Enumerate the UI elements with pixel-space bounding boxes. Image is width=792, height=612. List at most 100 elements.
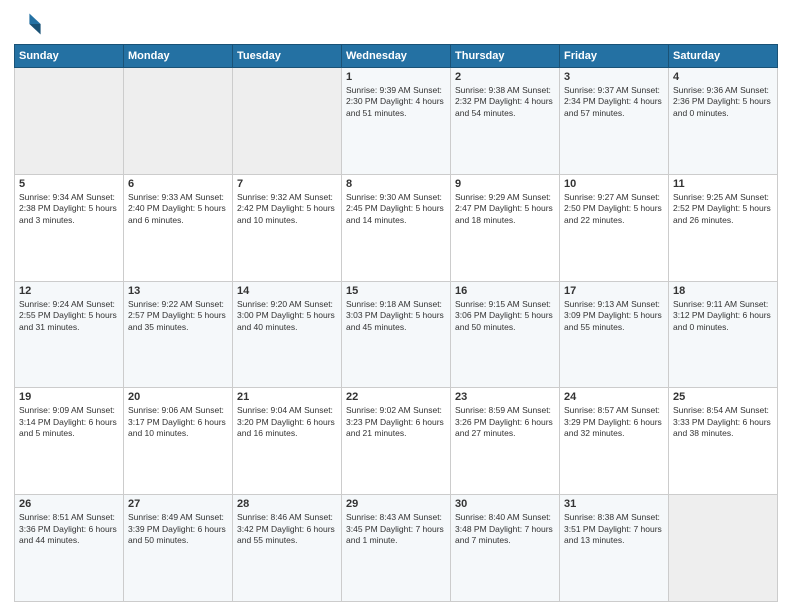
day-number: 6 (128, 178, 228, 190)
day-header-sunday: Sunday (15, 45, 124, 68)
day-info: Sunrise: 9:32 AM Sunset: 2:42 PM Dayligh… (237, 192, 337, 226)
logo-icon (14, 10, 42, 38)
day-info: Sunrise: 9:25 AM Sunset: 2:52 PM Dayligh… (673, 192, 773, 226)
calendar-cell: 10Sunrise: 9:27 AM Sunset: 2:50 PM Dayli… (560, 174, 669, 281)
day-info: Sunrise: 8:43 AM Sunset: 3:45 PM Dayligh… (346, 512, 446, 546)
calendar-cell: 9 Sunrise: 9:29 AM Sunset: 2:47 PM Daylig… (451, 174, 560, 281)
day-info: Sunrise: 9:20 AM Sunset: 3:00 PM Dayligh… (237, 299, 337, 333)
calendar-cell: 2 Sunrise: 9:38 AM Sunset: 2:32 PM Daylig… (451, 68, 560, 175)
day-info: Sunrise: 8:51 AM Sunset: 3:36 PM Dayligh… (19, 512, 119, 546)
day-number: 11 (673, 178, 773, 190)
day-number: 23 (455, 391, 555, 403)
day-number: 8 (346, 178, 446, 190)
day-info: Sunrise: 8:59 AM Sunset: 3:26 PM Dayligh… (455, 405, 555, 439)
day-number: 26 (19, 498, 119, 510)
day-number: 2 (455, 71, 555, 83)
day-info: Sunrise: 9:18 AM Sunset: 3:03 PM Dayligh… (346, 299, 446, 333)
day-number: 1 (346, 71, 446, 83)
day-info: Sunrise: 9:02 AM Sunset: 3:23 PM Dayligh… (346, 405, 446, 439)
calendar-cell: 20 Sunrise: 9:06 AM Sunset: 3:17 PM Dayli… (124, 388, 233, 495)
day-info: Sunrise: 9:30 AM Sunset: 2:45 PM Dayligh… (346, 192, 446, 226)
calendar-cell: 8 Sunrise: 9:30 AM Sunset: 2:45 PM Daylig… (342, 174, 451, 281)
calendar-cell: 17 Sunrise: 9:13 AM Sunset: 3:09 PM Dayli… (560, 281, 669, 388)
day-number: 18 (673, 285, 773, 297)
calendar-cell: 22 Sunrise: 9:02 AM Sunset: 3:23 PM Dayli… (342, 388, 451, 495)
day-number: 15 (346, 285, 446, 297)
day-info: Sunrise: 9:38 AM Sunset: 2:32 PM Dayligh… (455, 85, 555, 119)
day-number: 3 (564, 71, 664, 83)
calendar-cell: 19 Sunrise: 9:09 AM Sunset: 3:14 PM Dayli… (15, 388, 124, 495)
day-info: Sunrise: 9:22 AM Sunset: 2:57 PM Dayligh… (128, 299, 228, 333)
day-number: 21 (237, 391, 337, 403)
week-row-1: 1Sunrise: 9:39 AM Sunset: 2:30 PM Daylig… (15, 68, 778, 175)
calendar-cell: 25 Sunrise: 8:54 AM Sunset: 3:33 PM Dayli… (669, 388, 778, 495)
day-number: 19 (19, 391, 119, 403)
day-number: 7 (237, 178, 337, 190)
calendar-cell: 21 Sunrise: 9:04 AM Sunset: 3:20 PM Dayli… (233, 388, 342, 495)
calendar-cell: 15 Sunrise: 9:18 AM Sunset: 3:03 PM Dayli… (342, 281, 451, 388)
week-row-4: 19 Sunrise: 9:09 AM Sunset: 3:14 PM Dayli… (15, 388, 778, 495)
day-number: 28 (237, 498, 337, 510)
day-number: 31 (564, 498, 664, 510)
calendar-cell: 27 Sunrise: 8:49 AM Sunset: 3:39 PM Dayli… (124, 495, 233, 602)
day-number: 5 (19, 178, 119, 190)
day-info: Sunrise: 9:04 AM Sunset: 3:20 PM Dayligh… (237, 405, 337, 439)
calendar-cell: 6 Sunrise: 9:33 AM Sunset: 2:40 PM Daylig… (124, 174, 233, 281)
day-header-tuesday: Tuesday (233, 45, 342, 68)
day-number: 17 (564, 285, 664, 297)
day-info: Sunrise: 9:06 AM Sunset: 3:17 PM Dayligh… (128, 405, 228, 439)
day-info: Sunrise: 9:33 AM Sunset: 2:40 PM Dayligh… (128, 192, 228, 226)
week-row-2: 5 Sunrise: 9:34 AM Sunset: 2:38 PM Daylig… (15, 174, 778, 281)
day-number: 25 (673, 391, 773, 403)
calendar-cell: 23 Sunrise: 8:59 AM Sunset: 3:26 PM Dayli… (451, 388, 560, 495)
day-info: Sunrise: 9:13 AM Sunset: 3:09 PM Dayligh… (564, 299, 664, 333)
day-number: 9 (455, 178, 555, 190)
day-header-thursday: Thursday (451, 45, 560, 68)
day-number: 4 (673, 71, 773, 83)
day-info: Sunrise: 9:36 AM Sunset: 2:36 PM Dayligh… (673, 85, 773, 119)
calendar-cell: 28Sunrise: 8:46 AM Sunset: 3:42 PM Dayli… (233, 495, 342, 602)
day-info: Sunrise: 9:34 AM Sunset: 2:38 PM Dayligh… (19, 192, 119, 226)
day-number: 24 (564, 391, 664, 403)
calendar-cell: 30 Sunrise: 8:40 AM Sunset: 3:48 PM Dayli… (451, 495, 560, 602)
calendar-cell: 5 Sunrise: 9:34 AM Sunset: 2:38 PM Daylig… (15, 174, 124, 281)
day-info: Sunrise: 9:11 AM Sunset: 3:12 PM Dayligh… (673, 299, 773, 333)
calendar-cell: 13 Sunrise: 9:22 AM Sunset: 2:57 PM Dayli… (124, 281, 233, 388)
day-info: Sunrise: 8:40 AM Sunset: 3:48 PM Dayligh… (455, 512, 555, 546)
day-number: 22 (346, 391, 446, 403)
day-header-wednesday: Wednesday (342, 45, 451, 68)
day-info: Sunrise: 9:09 AM Sunset: 3:14 PM Dayligh… (19, 405, 119, 439)
day-info: Sunrise: 8:57 AM Sunset: 3:29 PM Dayligh… (564, 405, 664, 439)
calendar-cell: 7 Sunrise: 9:32 AM Sunset: 2:42 PM Daylig… (233, 174, 342, 281)
day-header-saturday: Saturday (669, 45, 778, 68)
calendar-cell (669, 495, 778, 602)
day-info: Sunrise: 9:15 AM Sunset: 3:06 PM Dayligh… (455, 299, 555, 333)
calendar-cell: 4 Sunrise: 9:36 AM Sunset: 2:36 PM Daylig… (669, 68, 778, 175)
day-number: 27 (128, 498, 228, 510)
day-info: Sunrise: 9:37 AM Sunset: 2:34 PM Dayligh… (564, 85, 664, 119)
day-info: Sunrise: 9:29 AM Sunset: 2:47 PM Dayligh… (455, 192, 555, 226)
calendar-table: SundayMondayTuesdayWednesdayThursdayFrid… (14, 44, 778, 602)
day-info: Sunrise: 8:54 AM Sunset: 3:33 PM Dayligh… (673, 405, 773, 439)
day-info: Sunrise: 9:27 AM Sunset: 2:50 PM Dayligh… (564, 192, 664, 226)
header (14, 10, 778, 38)
calendar-cell: 26 Sunrise: 8:51 AM Sunset: 3:36 PM Dayli… (15, 495, 124, 602)
day-number: 30 (455, 498, 555, 510)
calendar-cell: 18 Sunrise: 9:11 AM Sunset: 3:12 PM Dayli… (669, 281, 778, 388)
header-row: SundayMondayTuesdayWednesdayThursdayFrid… (15, 45, 778, 68)
logo (14, 10, 46, 38)
calendar-cell: 24 Sunrise: 8:57 AM Sunset: 3:29 PM Dayli… (560, 388, 669, 495)
day-number: 20 (128, 391, 228, 403)
day-number: 16 (455, 285, 555, 297)
calendar-cell: 31Sunrise: 8:38 AM Sunset: 3:51 PM Dayli… (560, 495, 669, 602)
week-row-5: 26 Sunrise: 8:51 AM Sunset: 3:36 PM Dayli… (15, 495, 778, 602)
day-number: 13 (128, 285, 228, 297)
calendar-cell: 14Sunrise: 9:20 AM Sunset: 3:00 PM Dayli… (233, 281, 342, 388)
day-number: 29 (346, 498, 446, 510)
day-header-monday: Monday (124, 45, 233, 68)
calendar-cell: 12Sunrise: 9:24 AM Sunset: 2:55 PM Dayli… (15, 281, 124, 388)
calendar-cell (15, 68, 124, 175)
day-header-friday: Friday (560, 45, 669, 68)
week-row-3: 12Sunrise: 9:24 AM Sunset: 2:55 PM Dayli… (15, 281, 778, 388)
day-info: Sunrise: 8:49 AM Sunset: 3:39 PM Dayligh… (128, 512, 228, 546)
